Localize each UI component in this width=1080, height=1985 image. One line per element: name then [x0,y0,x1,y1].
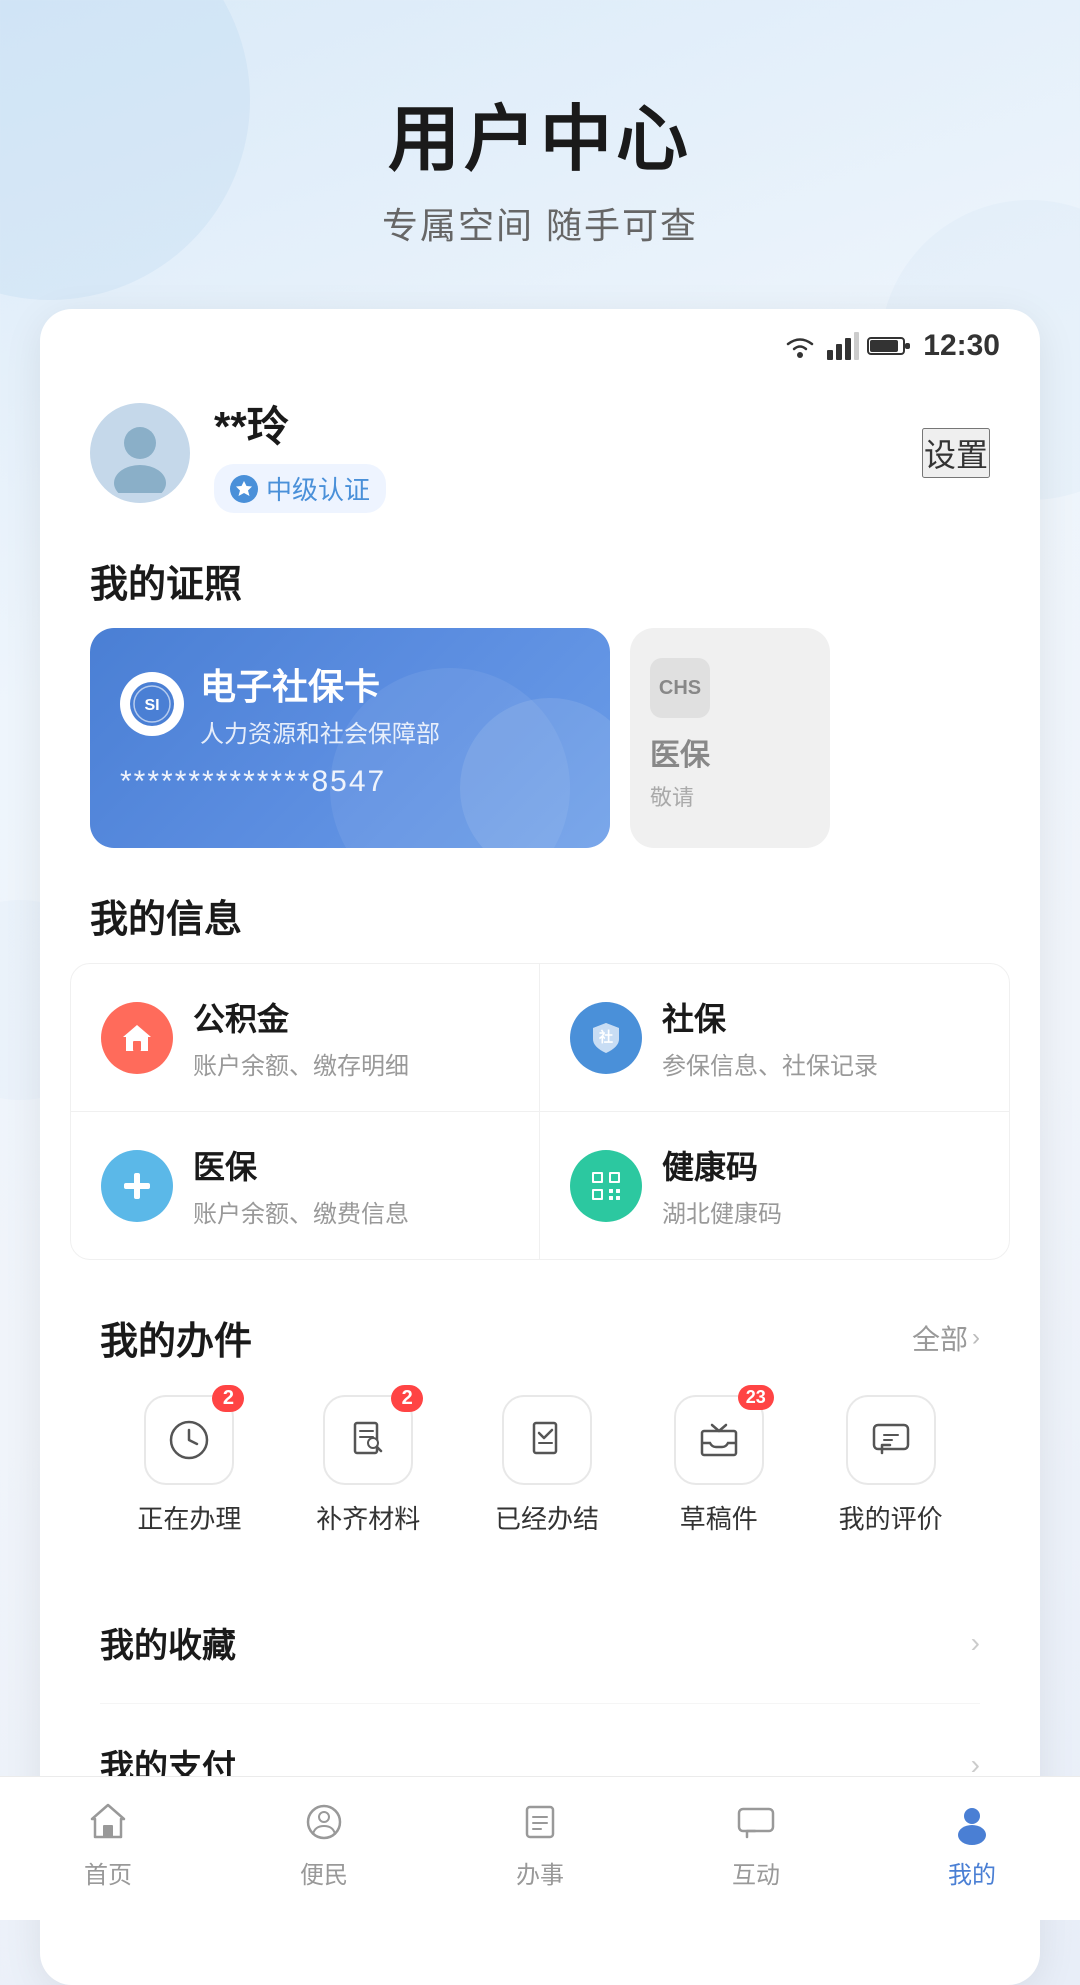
completed-label: 已经办结 [495,1499,599,1536]
service-nav-icon [299,1797,349,1847]
my-cards-title: 我的证照 [40,543,1040,628]
user-section: **玲 中级认证 设置 [40,373,1040,543]
business-header: 我的办件 全部 › [100,1310,980,1365]
info-desc-0: 账户余额、缴存明细 [193,1046,509,1081]
processing-icon-wrap: 2 [144,1395,234,1485]
info-text-shebao: 社保 参保信息、社保记录 [662,994,979,1081]
status-bar: 12:30 [40,309,1040,373]
nav-label-mine: 我的 [948,1855,996,1890]
business-item-processing[interactable]: 2 正在办理 [137,1395,241,1536]
info-desc-3: 湖北健康码 [662,1194,979,1229]
draft-label: 草稿件 [680,1499,758,1536]
user-left: **玲 中级认证 [90,393,386,513]
all-link[interactable]: 全部 › [912,1318,980,1358]
all-label: 全部 [912,1318,968,1358]
home-nav-icon [83,1797,133,1847]
review-icon-wrap [846,1395,936,1485]
info-item-jiankangma[interactable]: 健康码 湖北健康码 [540,1112,1009,1259]
business-item-supplement[interactable]: 2 补齐材料 [316,1395,420,1536]
house-icon [101,1002,173,1074]
task-nav-icon [515,1797,565,1847]
collections-label: 我的收藏 [100,1618,236,1667]
supplement-label: 补齐材料 [316,1499,420,1536]
collections-chevron-icon: › [971,1627,980,1659]
si-logo: SI [120,672,184,736]
review-label: 我的评价 [839,1499,943,1536]
cards-scroll-area: SI 电子社保卡 人力资源和社会保障部 **************8547 C… [40,628,1040,878]
nav-label-interact: 互动 [732,1855,780,1890]
business-title: 我的办件 [100,1310,252,1365]
business-item-completed[interactable]: 已经办结 [495,1395,599,1536]
supplement-icon-wrap: 2 [323,1395,413,1485]
business-item-draft[interactable]: 23 草稿件 [674,1395,764,1536]
cert-level-text: 中级认证 [266,470,370,507]
info-text-jiankangma: 健康码 湖北健康码 [662,1142,979,1229]
cert-icon [230,475,258,503]
info-name-2: 医保 [193,1142,509,1188]
med-card[interactable]: CHS 医保 敬请 [630,628,830,848]
cross-icon [101,1150,173,1222]
info-grid: 公积金 账户余额、缴存明细 社 社保 参保信息、社保记录 [70,963,1010,1260]
status-icons [781,332,911,360]
page-subtitle: 专属空间 随手可查 [0,197,1080,249]
chevron-right-icon: › [972,1324,980,1352]
doc-check-icon [502,1395,592,1485]
svg-text:社: 社 [598,1029,613,1045]
shield-icon: 社 [570,1002,642,1074]
med-card-logo: CHS [650,658,710,718]
med-logo-text: CHS [659,677,701,700]
settings-button[interactable]: 设置 [922,428,990,478]
qr-icon [570,1150,642,1222]
info-item-yibao[interactable]: 医保 账户余额、缴费信息 [71,1112,540,1259]
main-card: 12:30 **玲 中级认证 [40,309,1040,1985]
signal-icon [827,332,859,360]
info-text-gongjijin: 公积金 账户余额、缴存明细 [193,994,509,1081]
nav-label-task: 办事 [516,1855,564,1890]
nav-item-task[interactable]: 办事 [460,1797,620,1890]
info-name-0: 公积金 [193,994,509,1040]
chat-nav-icon [731,1797,781,1847]
info-desc-1: 参保信息、社保记录 [662,1046,979,1081]
business-item-review[interactable]: 我的评价 [839,1395,943,1536]
info-name-1: 社保 [662,994,979,1040]
nav-label-service: 便民 [300,1855,348,1890]
processing-label: 正在办理 [137,1499,241,1536]
med-card-name: 医保 [650,730,710,774]
draft-icon-wrap: 23 [674,1395,764,1485]
nav-item-interact[interactable]: 互动 [676,1797,836,1890]
completed-icon-wrap [502,1395,592,1485]
bottom-nav: 首页 便民 办事 [0,1776,1080,1920]
draft-badge: 23 [738,1385,774,1410]
user-cert-badge: 中级认证 [214,464,386,513]
processing-badge: 2 [212,1385,244,1412]
svg-text:SI: SI [144,697,159,714]
info-name-3: 健康码 [662,1142,979,1188]
business-icons: 2 正在办理 2 [100,1395,980,1536]
my-info-title: 我的信息 [40,878,1040,963]
my-business-section: 我的办件 全部 › 2 正在办理 [70,1280,1010,1566]
nav-label-home: 首页 [84,1855,132,1890]
battery-icon [867,334,911,358]
med-card-sub: 敬请 [650,780,694,812]
avatar [90,403,190,503]
page-title: 用户中心 [0,80,1080,185]
info-text-yibao: 医保 账户余额、缴费信息 [193,1142,509,1229]
nav-item-mine[interactable]: 我的 [892,1797,1052,1890]
supplement-badge: 2 [391,1385,423,1412]
user-info: **玲 中级认证 [214,393,386,513]
wifi-icon [781,332,819,360]
info-item-gongjijin[interactable]: 公积金 账户余额、缴存明细 [71,964,540,1112]
info-item-shebao[interactable]: 社 社保 参保信息、社保记录 [540,964,1009,1112]
status-time: 12:30 [923,329,1000,363]
comment-icon [846,1395,936,1485]
nav-item-home[interactable]: 首页 [28,1797,188,1890]
nav-item-service[interactable]: 便民 [244,1797,404,1890]
si-card[interactable]: SI 电子社保卡 人力资源和社会保障部 **************8547 [90,628,610,848]
info-desc-2: 账户余额、缴费信息 [193,1194,509,1229]
user-name: **玲 [214,393,386,454]
list-item-collections[interactable]: 我的收藏 › [100,1582,980,1704]
page-header: 用户中心 专属空间 随手可查 [0,0,1080,289]
user-nav-icon [947,1797,997,1847]
